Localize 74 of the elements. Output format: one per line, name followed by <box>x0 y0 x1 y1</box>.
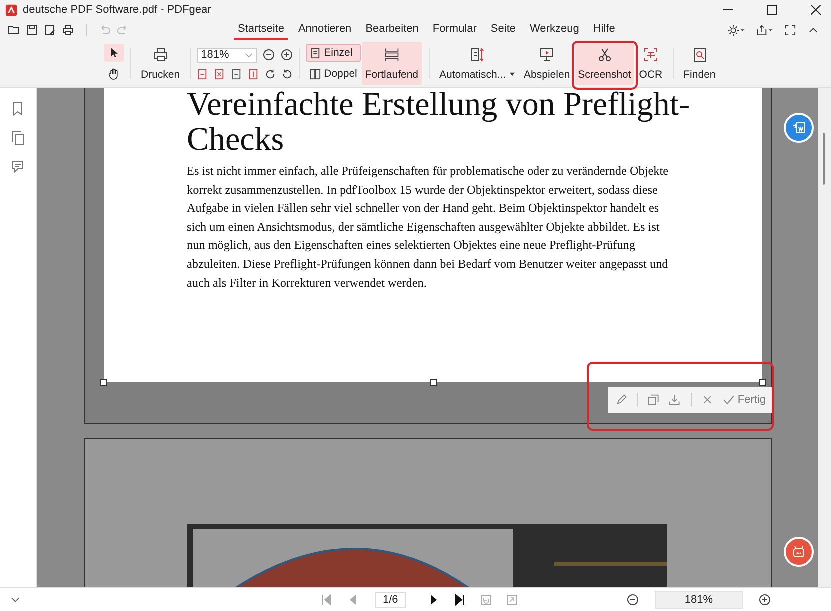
close-icon[interactable] <box>811 5 821 15</box>
rotate-left-icon[interactable] <box>282 68 294 80</box>
theme-icon[interactable] <box>728 24 744 36</box>
caret-icon <box>245 52 254 58</box>
zoom-in-icon[interactable] <box>281 49 294 61</box>
fit-width-icon[interactable] <box>214 68 226 80</box>
selection-handle[interactable] <box>100 379 107 386</box>
menu-tab[interactable]: Seite <box>486 20 520 40</box>
find-icon <box>692 46 708 62</box>
selection-handle[interactable] <box>430 379 437 386</box>
zoom-in-icon[interactable] <box>759 594 771 606</box>
presentation-icon <box>539 46 556 62</box>
continuous-scroll-button[interactable]: Fortlaufend <box>362 42 422 85</box>
highlight-frame <box>572 41 638 90</box>
caret-icon <box>509 72 516 77</box>
pencil-icon[interactable] <box>616 394 628 406</box>
convert-to-word-button[interactable] <box>784 113 814 143</box>
auto-scroll-icon <box>470 46 486 62</box>
fit-page-icon[interactable] <box>197 68 208 80</box>
pointer-icon <box>108 47 120 59</box>
menu-tab[interactable]: Hilfe <box>589 20 620 40</box>
screenshot-button[interactable]: Screenshot <box>575 42 634 85</box>
rotate-right-icon[interactable] <box>265 68 276 80</box>
menu-tab[interactable]: Annotieren <box>294 20 356 40</box>
convert-document-icon <box>791 120 807 136</box>
print-icon[interactable] <box>62 24 74 36</box>
download-icon[interactable] <box>669 394 681 406</box>
printer-icon <box>152 46 169 62</box>
bookmark-icon[interactable] <box>12 102 24 116</box>
last-page-icon[interactable] <box>454 594 466 606</box>
actual-size-icon[interactable] <box>231 68 242 80</box>
two-page-icon <box>310 68 322 80</box>
selection-handle[interactable] <box>759 379 766 386</box>
page-view-button[interactable]: Doppel <box>306 65 362 83</box>
share-icon[interactable] <box>756 24 773 36</box>
pages-icon[interactable] <box>12 131 24 145</box>
zoom-out-icon[interactable] <box>627 594 639 606</box>
comment-icon[interactable] <box>12 160 24 174</box>
menu-tab[interactable]: Bearbeiten <box>362 20 423 40</box>
document-heading: Vereinfachte Erstellung von Preflight-Checks <box>187 88 692 158</box>
pointer-tool[interactable] <box>104 44 124 62</box>
auto-scroll-button[interactable]: Automatisch... <box>436 42 520 85</box>
save-as-icon[interactable] <box>44 24 56 36</box>
menu-tab[interactable]: Werkzeug <box>526 20 584 40</box>
find-button[interactable]: Finden <box>680 42 719 85</box>
document-paragraph: Es ist nicht immer einfach, alle Prüfeigenschaften für problematische oder zu verändernde Objekte korrekt zusammenzustellen. In pdfToolbox 15 wurde der Objektinspektor erweitert, sodass diese Aufgabe in vielen Fällen sehr viel schneller von der Hand geht. Beim Objektinspektor handelt es sich um einen Ansichtsmodus, der sämtliche Eigenschaften ausgewählter Objekte abbildet. Es ist nun möglich, aus den Eigenschaften eines selektierten Objektes eine neue Preflight-Prüfung abzuleiten. Diese Preflight-Prüfungen können dann bei Bedarf vom Benutzer weiter angepasst und auch als Filter in Korrekturen verwendet werden. <box>187 163 670 292</box>
menu-tab[interactable]: Formular <box>428 20 481 40</box>
ocr-button[interactable]: OCR <box>636 42 666 85</box>
copy-icon[interactable] <box>648 394 660 406</box>
ocr-icon <box>642 46 659 62</box>
zoom-out-icon[interactable] <box>263 49 276 61</box>
hand-icon <box>108 68 120 80</box>
print-button[interactable]: Drucken <box>138 42 184 85</box>
done-button[interactable]: Fertig <box>722 394 766 406</box>
window-title: deutsche PDF Software.pdf - PDFgear <box>23 4 212 16</box>
fit-height-icon[interactable] <box>248 68 260 80</box>
checkmark-icon <box>722 394 735 406</box>
open-icon[interactable] <box>8 24 20 36</box>
continuous-pages-icon <box>384 46 400 62</box>
scrollbar-thumb[interactable] <box>823 133 825 185</box>
page-view-button[interactable]: Einzel <box>306 44 362 62</box>
assistant-button[interactable] <box>784 537 814 567</box>
scissors-icon <box>596 46 613 62</box>
slideshow-button[interactable]: Abspielen <box>521 42 574 85</box>
page-number-field[interactable]: 1/6 <box>375 592 406 608</box>
app-logo-icon <box>5 4 18 16</box>
zoom-dropdown[interactable]: 181% <box>197 48 258 62</box>
maximize-icon[interactable] <box>767 5 777 15</box>
fullscreen-icon[interactable] <box>785 24 796 36</box>
expand-icon[interactable] <box>11 596 20 602</box>
single-page-icon <box>310 48 322 58</box>
zoom-field[interactable]: 181% <box>655 590 743 608</box>
robot-icon <box>791 544 807 560</box>
save-icon[interactable] <box>26 24 38 36</box>
